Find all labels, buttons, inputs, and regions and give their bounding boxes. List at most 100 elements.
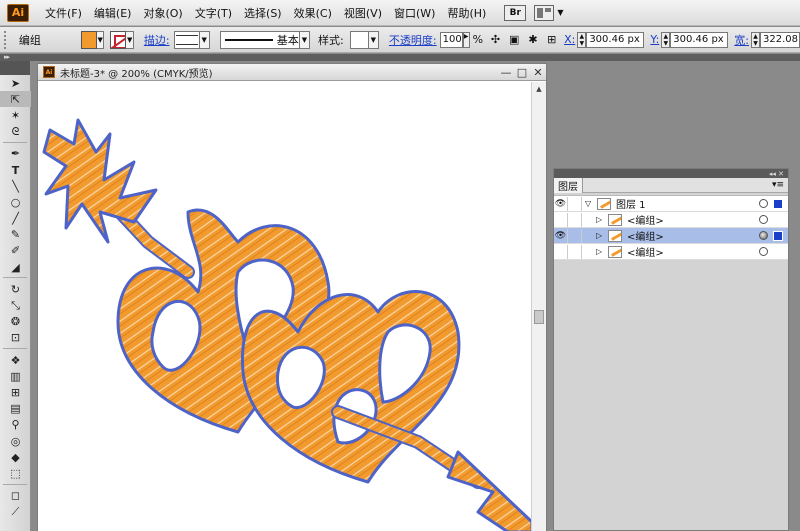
graphic-style-swatch[interactable]	[349, 30, 369, 49]
selection-tool-icon[interactable]: ➤	[0, 75, 31, 91]
expand-triangle-icon[interactable]: ▷	[596, 231, 606, 240]
y-label[interactable]: Y:	[650, 33, 659, 46]
document-tab[interactable]: Ai 未标题-3* @ 200% (CMYK/预览) — □ ✕	[38, 64, 546, 81]
scrollbar-thumb[interactable]	[534, 310, 544, 324]
opacity-dropdown-icon[interactable]: ▶	[462, 31, 470, 48]
visibility-eye-icon[interactable]	[554, 244, 568, 259]
rotate-tool-icon[interactable]: ↻	[0, 281, 31, 297]
arrange-dropdown-icon[interactable]: ▼	[557, 8, 563, 17]
target-circle-icon[interactable]	[759, 231, 768, 240]
menu-view[interactable]: 视图(V)	[338, 5, 388, 21]
fill-dropdown-icon[interactable]: ▼	[96, 30, 105, 49]
width-input[interactable]: 322.08	[760, 31, 800, 48]
layer-row[interactable]: 👁 ▽ 图层 1	[554, 196, 788, 212]
profile-dropdown-icon[interactable]: ▼	[299, 30, 310, 49]
ellipse-tool-icon[interactable]: ○	[0, 194, 31, 210]
y-input[interactable]: 300.46 px	[670, 31, 729, 48]
lock-toggle-icon[interactable]	[568, 196, 582, 211]
menu-file[interactable]: 文件(F)	[39, 5, 88, 21]
gradient-tool-icon[interactable]: ▤	[0, 401, 31, 417]
magic-wand-tool-icon[interactable]: ✶	[0, 107, 31, 123]
style-dropdown-icon[interactable]: ▼	[368, 30, 379, 49]
live-paint-selection-icon[interactable]: ⬚	[0, 465, 31, 481]
panel-collapse-icon[interactable]: ▸▸	[4, 53, 10, 61]
maximize-icon[interactable]: □	[514, 66, 530, 79]
type-tool-icon[interactable]: T	[0, 162, 31, 178]
target-circle-icon[interactable]	[759, 215, 768, 224]
stroke-weight-field[interactable]	[173, 30, 200, 49]
arrange-documents-icon[interactable]	[534, 4, 555, 21]
layers-panel-strip[interactable]: ◂◂ ✕	[554, 169, 788, 178]
menu-type[interactable]: 文字(T)	[189, 5, 238, 21]
visibility-eye-icon[interactable]	[554, 212, 568, 227]
expand-triangle-icon[interactable]: ▷	[596, 215, 606, 224]
pencil-tool-icon[interactable]: ✎	[0, 227, 31, 243]
scale-tool-icon[interactable]: ⤡	[0, 297, 31, 313]
isolate-group-icon[interactable]: ✱	[527, 32, 540, 48]
x-input[interactable]: 300.46 px	[586, 31, 645, 48]
menu-effect[interactable]: 效果(C)	[288, 5, 338, 21]
bridge-button[interactable]: Br	[504, 4, 527, 21]
target-circle-icon[interactable]	[759, 247, 768, 256]
heart-arrow-artwork[interactable]	[38, 82, 532, 531]
menu-window[interactable]: 窗口(W)	[388, 5, 441, 21]
stroke-color-swatch[interactable]	[110, 30, 127, 49]
warp-tool-icon[interactable]: ❂	[0, 314, 31, 330]
vertical-scrollbar[interactable]: ▲	[531, 82, 546, 531]
menu-edit[interactable]: 编辑(E)	[88, 5, 138, 21]
column-graph-tool-icon[interactable]: ▥	[0, 368, 31, 384]
menu-help[interactable]: 帮助(H)	[441, 5, 492, 21]
x-stepper-icon[interactable]: ▲ ▼	[577, 31, 587, 48]
variable-width-profile[interactable]: 基本	[219, 30, 300, 49]
width-label[interactable]: 宽:	[734, 32, 749, 48]
artboard-tool-icon[interactable]: ◻	[0, 488, 31, 504]
x-label[interactable]: X:	[564, 33, 575, 46]
selection-indicator-icon[interactable]	[773, 198, 783, 209]
pen-tool-icon[interactable]: ✒	[0, 146, 31, 162]
recolor-artwork-icon[interactable]: ✣	[489, 32, 502, 48]
layer-row[interactable]: ▷ <编组>	[554, 212, 788, 228]
panel-menu-icon[interactable]: ▾≡	[772, 180, 784, 190]
grip-handle-icon[interactable]	[4, 30, 9, 49]
opacity-link[interactable]: 不透明度:	[389, 32, 437, 48]
free-transform-tool-icon[interactable]: ⊡	[0, 330, 31, 346]
scroll-up-icon[interactable]: ▲	[532, 82, 546, 96]
fill-color-swatch[interactable]	[80, 30, 97, 49]
tools-panel-header[interactable]	[0, 61, 30, 75]
symbol-sprayer-tool-icon[interactable]: ❖	[0, 352, 31, 368]
layer-row[interactable]: 👁 ▷ <编组>	[554, 228, 788, 244]
menu-select[interactable]: 选择(S)	[238, 5, 288, 21]
opacity-input[interactable]: 100	[439, 31, 463, 48]
lock-toggle-icon[interactable]	[568, 212, 582, 227]
direct-selection-tool-icon[interactable]: ⇱	[0, 91, 31, 108]
eraser-tool-icon[interactable]: ◢	[0, 259, 31, 275]
tab-layers[interactable]: 图层	[554, 177, 583, 193]
blend-tool-icon[interactable]: ◎	[0, 433, 31, 449]
panel-close-icon[interactable]: ◂◂ ✕	[769, 170, 784, 178]
line-tool-icon[interactable]: ╲	[0, 178, 31, 194]
stroke-dropdown-icon[interactable]: ▼	[126, 30, 134, 49]
y-stepper-icon[interactable]: ▲ ▼	[661, 31, 671, 48]
blob-brush-tool-icon[interactable]: ✐	[0, 243, 31, 259]
live-paint-bucket-icon[interactable]: ◆	[0, 449, 31, 465]
selection-indicator-icon[interactable]	[773, 230, 783, 241]
paintbrush-tool-icon[interactable]: ╱	[0, 211, 31, 227]
minimize-icon[interactable]: —	[498, 66, 514, 79]
expand-triangle-icon[interactable]: ▷	[596, 247, 606, 256]
align-to-icon[interactable]: ▣	[508, 32, 521, 48]
menu-object[interactable]: 对象(O)	[137, 5, 188, 21]
visibility-eye-icon[interactable]: 👁	[554, 196, 568, 211]
eyedropper-tool-icon[interactable]: ⚲	[0, 417, 31, 433]
stroke-weight-dropdown-icon[interactable]: ▼	[199, 30, 210, 49]
close-icon[interactable]: ✕	[530, 66, 546, 79]
layer-row[interactable]: ▷ <编组>	[554, 244, 788, 260]
artboard-canvas[interactable]	[38, 82, 532, 531]
target-circle-icon[interactable]	[759, 199, 768, 208]
width-stepper-icon[interactable]: ▲ ▼	[751, 31, 760, 48]
stroke-link[interactable]: 描边:	[144, 32, 170, 48]
lock-toggle-icon[interactable]	[568, 244, 582, 259]
slice-tool-icon[interactable]: ⟋	[0, 504, 31, 520]
reference-point-icon[interactable]: ⊞	[545, 32, 558, 48]
visibility-eye-icon[interactable]: 👁	[554, 228, 568, 243]
lasso-tool-icon[interactable]: ᘓ	[0, 124, 31, 140]
